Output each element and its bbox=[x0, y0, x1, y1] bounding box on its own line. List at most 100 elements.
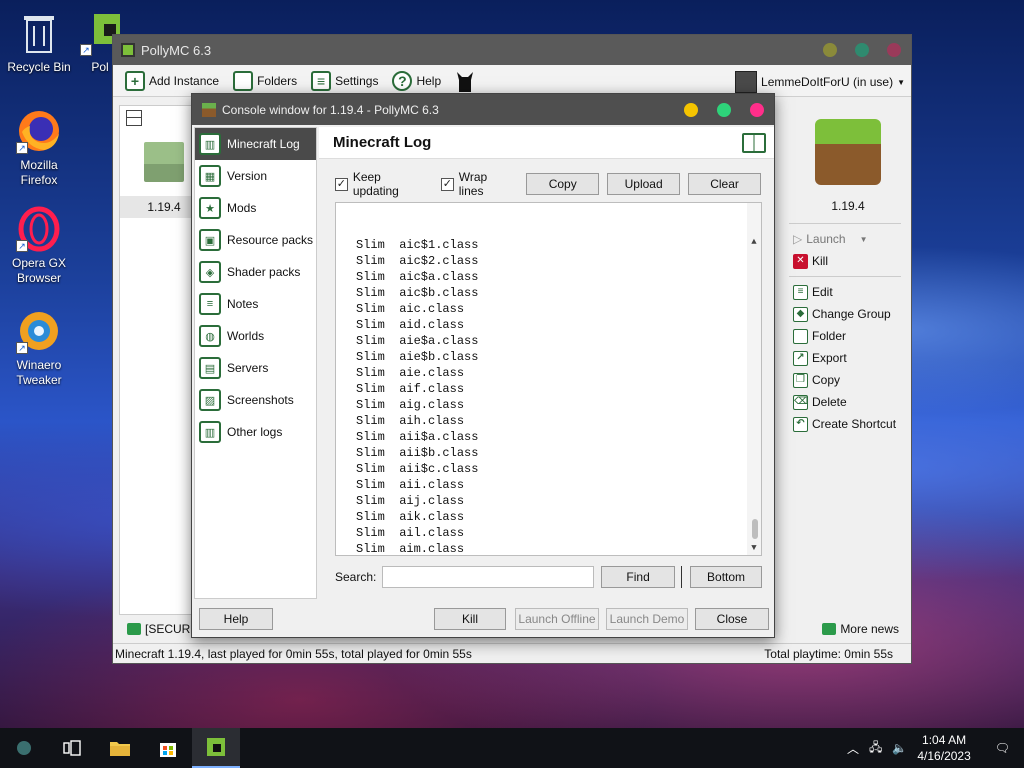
nav-item-resource-packs[interactable]: ▣ Resource packs bbox=[195, 224, 316, 256]
nav-item-screenshots[interactable]: ▨ Screenshots bbox=[195, 384, 316, 416]
log-output[interactable]: Slim aic$1.class Slim aic$2.class Slim aic… bbox=[335, 202, 762, 556]
file-explorer-button[interactable] bbox=[96, 728, 144, 768]
delete-button[interactable]: ⌫ Delete bbox=[789, 391, 907, 413]
desktop-icon-label: Opera GX Browser bbox=[11, 256, 67, 285]
change-group-button[interactable]: ◆ Change Group bbox=[789, 303, 907, 325]
kill-button[interactable]: Kill bbox=[434, 608, 506, 630]
nav-item-label: Mods bbox=[227, 201, 257, 215]
nav-item-minecraft-log[interactable]: ▥ Minecraft Log bbox=[195, 128, 316, 160]
chevron-down-icon[interactable]: ▼ bbox=[860, 235, 868, 244]
desktop-icon-recycle-bin[interactable]: Recycle Bin bbox=[2, 10, 76, 75]
account-selector[interactable]: LemmeDoItForU (in use) ▼ bbox=[735, 71, 905, 93]
help-dialog-button[interactable]: Help bbox=[199, 608, 273, 630]
desktop-icon-firefox[interactable]: ↗ Mozilla Firefox bbox=[2, 108, 76, 188]
minimize-button[interactable] bbox=[823, 43, 837, 57]
nav-item-notes[interactable]: ≡ Notes bbox=[195, 288, 316, 320]
view-toggle-icon[interactable] bbox=[126, 110, 142, 126]
recycle-bin-icon bbox=[16, 10, 62, 56]
create-shortcut-button[interactable]: ↶ Create Shortcut bbox=[789, 413, 907, 435]
log-line: Slim aie$a.class bbox=[356, 334, 479, 348]
nav-item-version[interactable]: ▦ Version bbox=[195, 160, 316, 192]
nav-item-servers[interactable]: ▤ Servers bbox=[195, 352, 316, 384]
close-button[interactable] bbox=[887, 43, 901, 57]
maximize-button[interactable] bbox=[717, 103, 731, 117]
checkbox-checked-icon: ✓ bbox=[335, 177, 348, 191]
scroll-down-icon[interactable]: ▼ bbox=[747, 541, 761, 555]
log-line: Slim aik.class bbox=[356, 510, 465, 524]
desktop-icon-winaero[interactable]: ↗ Winaero Tweaker bbox=[2, 308, 76, 388]
console-button-row: Help Kill Launch Offline Launch Demo Clo… bbox=[199, 608, 769, 630]
close-dialog-button[interactable]: Close bbox=[695, 608, 769, 630]
globe-icon: ◍ bbox=[199, 325, 221, 347]
wrap-lines-checkbox[interactable]: ✓ Wrap lines bbox=[440, 170, 514, 198]
main-statusbar: Minecraft 1.19.4, last played for 0min 5… bbox=[113, 643, 911, 663]
nav-item-mods[interactable]: ★ Mods bbox=[195, 192, 316, 224]
folder-button[interactable]: Folder bbox=[789, 325, 907, 347]
desktop-icon-label: Winaero Tweaker bbox=[16, 358, 62, 387]
nav-item-shader-packs[interactable]: ◈ Shader packs bbox=[195, 256, 316, 288]
copy-instance-button[interactable]: ❐ Copy bbox=[789, 369, 907, 391]
firefox-icon: ↗ bbox=[16, 108, 62, 154]
log-line: Slim aii$a.class bbox=[356, 430, 479, 444]
clear-log-button[interactable]: Clear bbox=[688, 173, 761, 195]
desktop-icon-opera-gx[interactable]: ↗ Opera GX Browser bbox=[2, 206, 76, 286]
more-news-button[interactable]: More news bbox=[822, 622, 899, 636]
chevron-up-icon[interactable]: ︿ bbox=[847, 740, 859, 757]
close-button[interactable] bbox=[750, 103, 764, 117]
folder-icon bbox=[793, 328, 808, 344]
folder-icon bbox=[233, 70, 254, 91]
upload-log-button[interactable]: Upload bbox=[607, 173, 681, 195]
shortcut-arrow-icon: ↗ bbox=[16, 142, 28, 154]
notification-icon[interactable]: 🗨 bbox=[995, 741, 1010, 755]
console-titlebar[interactable]: Console window for 1.19.4 - PollyMC 6.3 bbox=[192, 94, 774, 125]
nav-item-other-logs[interactable]: ▥ Other logs bbox=[195, 416, 316, 448]
volume-icon[interactable]: 🔈 bbox=[892, 741, 907, 755]
edit-button[interactable]: ≡ Edit bbox=[789, 281, 907, 303]
search-input[interactable] bbox=[382, 566, 595, 588]
network-icon[interactable]: 🖧 bbox=[869, 738, 882, 759]
play-icon: ▷ bbox=[793, 232, 803, 246]
help-icon: ? bbox=[392, 70, 413, 91]
news-item[interactable]: [SECURIT bbox=[127, 622, 201, 636]
news-icon bbox=[822, 623, 837, 635]
log-line: Slim ail.class bbox=[356, 526, 465, 540]
kill-instance-button[interactable]: ✕ Kill bbox=[789, 250, 907, 272]
checkbox-checked-icon: ✓ bbox=[440, 177, 454, 191]
pollymc-taskbar-button[interactable] bbox=[192, 728, 240, 768]
nav-item-worlds[interactable]: ◍ Worlds bbox=[195, 320, 316, 352]
nav-item-label: Other logs bbox=[227, 425, 283, 439]
main-titlebar[interactable]: PollyMC 6.3 bbox=[113, 35, 911, 65]
log-scrollbar[interactable]: ▲ ▼ bbox=[747, 203, 761, 555]
instance-grass-icon bbox=[144, 142, 184, 182]
scroll-thumb[interactable] bbox=[752, 519, 758, 539]
desktop-icon-label: Pol bbox=[91, 60, 109, 74]
find-button[interactable]: Find bbox=[601, 566, 676, 588]
launch-button[interactable]: ▷ Launch ▼ bbox=[789, 228, 907, 250]
console-window: Console window for 1.19.4 - PollyMC 6.3 … bbox=[191, 93, 775, 638]
launch-offline-button[interactable]: Launch Offline bbox=[515, 608, 599, 630]
bottom-button[interactable]: Bottom bbox=[690, 566, 762, 588]
main-window-title: PollyMC 6.3 bbox=[141, 42, 212, 58]
nav-item-label: Screenshots bbox=[227, 393, 294, 407]
help-button[interactable]: ? Help bbox=[392, 70, 441, 91]
avatar bbox=[735, 71, 758, 93]
start-button[interactable] bbox=[0, 728, 48, 768]
clock[interactable]: 1:04 AM 4/16/2023 bbox=[917, 732, 970, 764]
add-instance-button[interactable]: + Add Instance bbox=[125, 70, 219, 91]
keep-updating-checkbox[interactable]: ✓ Keep updating bbox=[335, 170, 429, 198]
cat-button[interactable] bbox=[455, 70, 475, 92]
copy-log-button[interactable]: Copy bbox=[526, 173, 600, 195]
task-view-button[interactable] bbox=[48, 728, 96, 768]
launch-demo-button[interactable]: Launch Demo bbox=[606, 608, 688, 630]
maximize-button[interactable] bbox=[855, 43, 869, 57]
export-button[interactable]: ↗ Export bbox=[789, 347, 907, 369]
tag-icon: ◆ bbox=[793, 306, 808, 322]
store-button[interactable] bbox=[144, 728, 192, 768]
folders-button[interactable]: Folders bbox=[233, 70, 297, 91]
settings-button[interactable]: ≡ Settings bbox=[311, 70, 378, 91]
scroll-up-icon[interactable]: ▲ bbox=[747, 235, 761, 249]
log-line: Slim aii$c.class bbox=[356, 462, 479, 476]
search-row: Search: Find Bottom bbox=[335, 565, 762, 589]
minimize-button[interactable] bbox=[684, 103, 698, 117]
launch-label: Launch bbox=[806, 232, 846, 246]
